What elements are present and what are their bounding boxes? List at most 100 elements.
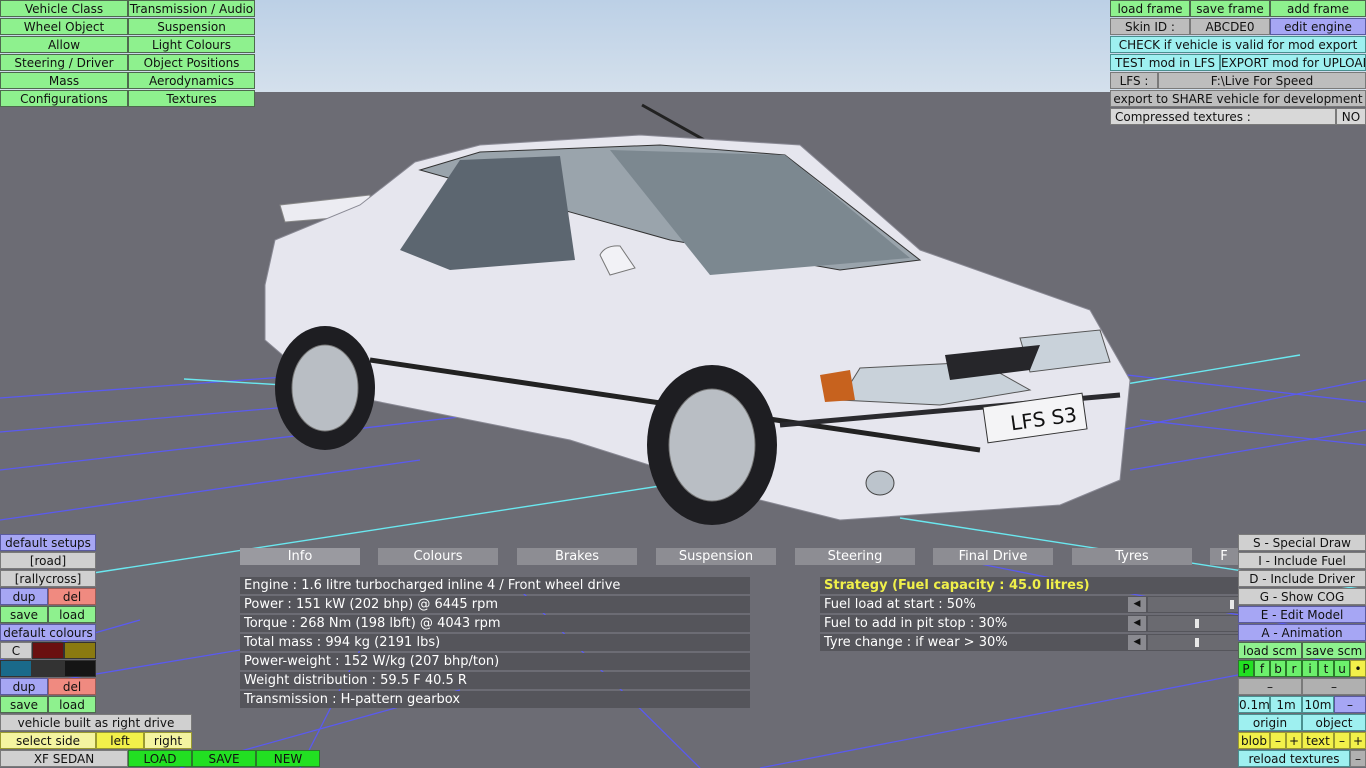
flag-dot[interactable]: • — [1350, 660, 1366, 677]
colour-swatch-3[interactable] — [0, 660, 32, 677]
export-share-button[interactable]: export to SHARE vehicle for development — [1110, 90, 1366, 107]
range-minus-2[interactable]: – — [1302, 678, 1366, 695]
vehicle-name-field[interactable]: XF SEDAN — [0, 750, 128, 767]
strategy-fuel-pit-row: Fuel to add in pit stop : 30% ◀ — [820, 615, 1238, 632]
fuel-pit-slider[interactable] — [1148, 616, 1238, 631]
menu-steering-driver[interactable]: Steering / Driver — [0, 54, 128, 71]
save-scm-button[interactable]: save scm — [1302, 642, 1366, 659]
include-fuel-button[interactable]: I - Include Fuel — [1238, 552, 1366, 569]
tab-overflow[interactable]: F — [1210, 548, 1238, 565]
menu-textures[interactable]: Textures — [128, 90, 255, 107]
menu-vehicle-class[interactable]: Vehicle Class — [0, 0, 128, 17]
default-setups-button[interactable]: default setups — [0, 534, 96, 551]
tyre-change-knob[interactable] — [1195, 638, 1199, 647]
menu-configurations[interactable]: Configurations — [0, 90, 128, 107]
step-1m[interactable]: 1m — [1270, 696, 1302, 713]
tab-brakes[interactable]: Brakes — [517, 548, 637, 565]
flag-u[interactable]: u — [1334, 660, 1350, 677]
colour-c-button[interactable]: C — [0, 642, 32, 659]
fuel-load-decrease[interactable]: ◀ — [1128, 597, 1146, 612]
text-minus-button[interactable]: – — [1334, 732, 1350, 749]
menu-transmission-audio[interactable]: Transmission / Audio — [128, 0, 255, 17]
flag-i[interactable]: i — [1302, 660, 1318, 677]
side-left-button[interactable]: left — [96, 732, 144, 749]
blob-minus-button[interactable]: – — [1270, 732, 1286, 749]
edit-engine-button[interactable]: edit engine — [1270, 18, 1366, 35]
lfs-path-field[interactable]: F:\Live For Speed — [1158, 72, 1366, 89]
colour-load-button[interactable]: load — [48, 696, 96, 713]
menu-wheel-object[interactable]: Wheel Object — [0, 18, 128, 35]
menu-aerodynamics[interactable]: Aerodynamics — [128, 72, 255, 89]
menu-mass[interactable]: Mass — [0, 72, 128, 89]
menu-allow[interactable]: Allow — [0, 36, 128, 53]
skin-id-field[interactable]: ABCDE0 — [1190, 18, 1270, 35]
step-10m[interactable]: 10m — [1302, 696, 1334, 713]
colour-dup-button[interactable]: dup — [0, 678, 48, 695]
tab-colours[interactable]: Colours — [378, 548, 498, 565]
flag-r[interactable]: r — [1286, 660, 1302, 677]
info-engine: Engine : 1.6 litre turbocharged inline 4… — [240, 577, 750, 594]
flag-p[interactable]: P — [1238, 660, 1254, 677]
colour-swatch-5[interactable] — [64, 660, 96, 677]
menu-suspension[interactable]: Suspension — [128, 18, 255, 35]
text-plus-button[interactable]: + — [1350, 732, 1366, 749]
tab-tyres[interactable]: Tyres — [1072, 548, 1192, 565]
fuel-pit-decrease[interactable]: ◀ — [1128, 616, 1146, 631]
animation-button[interactable]: A - Animation — [1238, 624, 1366, 641]
export-mod-button[interactable]: EXPORT mod for UPLOAD — [1220, 54, 1366, 71]
edit-model-button[interactable]: E - Edit Model — [1238, 606, 1366, 623]
front-wheel-rim — [668, 388, 756, 502]
setup-del-button[interactable]: del — [48, 588, 96, 605]
colour-save-button[interactable]: save — [0, 696, 48, 713]
show-cog-button[interactable]: G - Show COG — [1238, 588, 1366, 605]
check-valid-button[interactable]: CHECK if vehicle is valid for mod export — [1110, 36, 1366, 53]
range-minus-1[interactable]: – — [1238, 678, 1302, 695]
fuel-load-knob[interactable] — [1230, 600, 1234, 609]
menu-light-colours[interactable]: Light Colours — [128, 36, 255, 53]
flag-t[interactable]: t — [1318, 660, 1334, 677]
setup-road[interactable]: [road] — [0, 552, 96, 569]
tab-suspension[interactable]: Suspension — [656, 548, 776, 565]
fuel-pit-knob[interactable] — [1195, 619, 1199, 628]
info-transmission: Transmission : H-pattern gearbox — [240, 691, 750, 708]
colour-swatch-2[interactable] — [64, 642, 96, 659]
origin-button[interactable]: origin — [1238, 714, 1302, 731]
reload-minus-button[interactable]: – — [1350, 750, 1366, 767]
compressed-textures-toggle[interactable]: NO — [1336, 108, 1366, 125]
tab-info[interactable]: Info — [240, 548, 360, 565]
blob-plus-button[interactable]: + — [1286, 732, 1302, 749]
setup-rallycross[interactable]: [rallycross] — [0, 570, 96, 587]
flag-b[interactable]: b — [1270, 660, 1286, 677]
setup-dup-button[interactable]: dup — [0, 588, 48, 605]
vehicle-new-button[interactable]: NEW — [256, 750, 320, 767]
vehicle-load-button[interactable]: LOAD — [128, 750, 192, 767]
object-button[interactable]: object — [1302, 714, 1366, 731]
special-draw-button[interactable]: S - Special Draw — [1238, 534, 1366, 551]
reload-textures-button[interactable]: reload textures — [1238, 750, 1350, 767]
setup-save-button[interactable]: save — [0, 606, 48, 623]
side-right-button[interactable]: right — [144, 732, 192, 749]
fuel-load-slider[interactable] — [1148, 597, 1238, 612]
tyre-change-decrease[interactable]: ◀ — [1128, 635, 1146, 650]
step-0-1m[interactable]: 0.1m — [1238, 696, 1270, 713]
test-mod-button[interactable]: TEST mod in LFS — [1110, 54, 1220, 71]
compressed-textures-label: Compressed textures : — [1110, 108, 1336, 125]
flag-f[interactable]: f — [1254, 660, 1270, 677]
add-frame-button[interactable]: add frame — [1270, 0, 1366, 17]
colour-swatch-1[interactable] — [32, 642, 64, 659]
include-driver-button[interactable]: D - Include Driver — [1238, 570, 1366, 587]
load-scm-button[interactable]: load scm — [1238, 642, 1302, 659]
save-frame-button[interactable]: save frame — [1190, 0, 1270, 17]
vehicle-save-button[interactable]: SAVE — [192, 750, 256, 767]
setup-load-button[interactable]: load — [48, 606, 96, 623]
load-frame-button[interactable]: load frame — [1110, 0, 1190, 17]
colour-swatch-4[interactable] — [32, 660, 64, 677]
tab-steering[interactable]: Steering — [795, 548, 915, 565]
car-model: LFS S3 — [264, 103, 1131, 525]
colour-del-button[interactable]: del — [48, 678, 96, 695]
tyre-change-slider[interactable] — [1148, 635, 1238, 650]
default-colours-button[interactable]: default colours — [0, 624, 96, 641]
step-minus[interactable]: – — [1334, 696, 1366, 713]
menu-object-positions[interactable]: Object Positions — [128, 54, 255, 71]
tab-final-drive[interactable]: Final Drive — [933, 548, 1053, 565]
